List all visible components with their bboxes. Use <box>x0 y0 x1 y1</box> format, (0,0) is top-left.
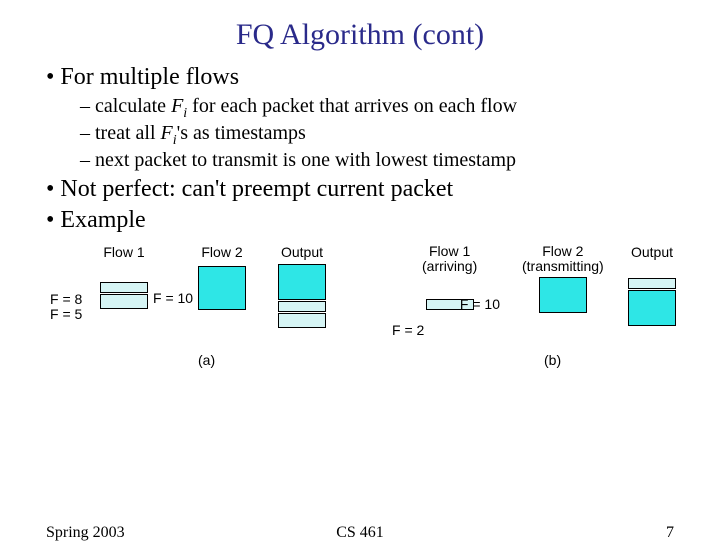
diagram-a-output: Output <box>278 244 326 328</box>
var-F: F <box>171 95 183 117</box>
slide-title: FQ Algorithm (cont) <box>0 18 720 52</box>
bullet-not-perfect: Not perfect: can't preempt current packe… <box>46 176 674 203</box>
label-f2: F = 2 <box>392 322 424 338</box>
packet-stack <box>100 282 148 309</box>
bullet-next-packet: next packet to transmit is one with lowe… <box>80 149 674 172</box>
diagram-b-flow2: Flow 2 (transmitting) <box>522 244 604 313</box>
footer-course: CS 461 <box>0 524 720 542</box>
diagram-a-flow2: Flow 2 <box>198 244 246 310</box>
packet <box>278 301 326 312</box>
slide: FQ Algorithm (cont) For multiple flows c… <box>0 18 720 558</box>
label-flow2: Flow 2 <box>198 244 246 260</box>
diagram-area: Flow 1 F = 8 F = 5 Flow 2 F = 10 Output <box>0 244 720 434</box>
content-area: For multiple flows calculate Fi for each… <box>0 64 720 234</box>
label-flow2-transmitting: Flow 2 (transmitting) <box>522 244 604 273</box>
packet <box>278 264 326 300</box>
var-F: F <box>161 122 173 144</box>
packet <box>198 266 246 310</box>
packet-stack <box>198 266 246 310</box>
label-f10-a: F = 10 <box>153 290 193 306</box>
label-f5: F = 5 <box>50 306 82 322</box>
packet <box>100 294 148 309</box>
packet <box>539 277 587 313</box>
text: calculate <box>95 95 171 117</box>
packet-stack <box>278 264 326 328</box>
bullet-example: Example <box>46 207 674 234</box>
caption-b: (b) <box>544 352 561 368</box>
diagram-a-flow1: Flow 1 <box>100 244 148 309</box>
packet-stack <box>628 278 676 326</box>
bullet-calculate-fi: calculate Fi for each packet that arrive… <box>80 95 674 122</box>
packet <box>628 290 676 326</box>
packet <box>278 313 326 328</box>
caption-a: (a) <box>198 352 215 368</box>
label-f8: F = 8 <box>50 291 82 307</box>
label-flow1-arriving: Flow 1 (arriving) <box>422 244 477 273</box>
packet-stack <box>522 277 604 313</box>
bullet-multiple-flows: For multiple flows <box>46 64 674 91</box>
label-output: Output <box>278 244 326 260</box>
text: 's as timestamps <box>177 122 306 144</box>
packet <box>100 282 148 293</box>
bullet-treat-timestamps: treat all Fi's as timestamps <box>80 122 674 149</box>
label-output: Output <box>628 244 676 260</box>
label-flow1: Flow 1 <box>100 244 148 260</box>
footer-page-number: 7 <box>666 524 674 542</box>
packet <box>628 278 676 289</box>
diagram-b-output: Output <box>628 244 676 326</box>
text: treat all <box>95 122 161 144</box>
label-f10-b: F = 10 <box>460 296 500 312</box>
text: for each packet that arrives on each flo… <box>187 95 517 117</box>
